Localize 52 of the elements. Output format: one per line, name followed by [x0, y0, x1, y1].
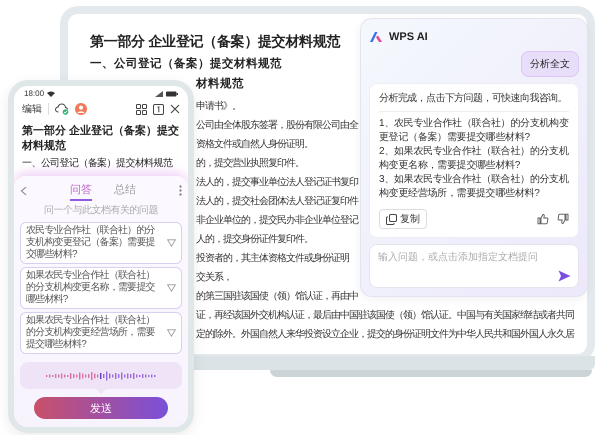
document-text-line: 的第三国驻该国使（领）馆认证，再由中	[196, 290, 358, 304]
document-text-line: 投资者的，其主体资格文件或身份证明	[196, 252, 349, 266]
status-time: 18:00	[24, 89, 44, 98]
tab[interactable]: 问答	[70, 180, 92, 201]
send-button[interactable]: 发送	[34, 397, 168, 419]
copy-icon	[386, 214, 397, 224]
send-icon[interactable]	[558, 270, 571, 282]
thumbs-down-icon[interactable]	[557, 213, 569, 225]
document-text-line: 法人的，提交社会团体法人登记证复印件	[196, 194, 358, 209]
document-text-line: 公司由全体股东签署，股份有限公司由全	[196, 118, 358, 133]
grid-icon[interactable]	[136, 104, 147, 114]
thumbs-up-icon[interactable]	[537, 213, 549, 225]
document-text-line: 非企业单位的，提交民办非企业单位登记	[196, 214, 358, 228]
document-title: 第一部分 企业登记（备案）提交材料规范	[90, 32, 340, 50]
suggested-question[interactable]: 如果农民专业合作社（联合社）的分支机构变更经营场所，需要提交哪些材料?	[20, 312, 182, 354]
back-icon[interactable]	[20, 186, 27, 196]
document-text-line: 申请书》。	[196, 100, 241, 114]
suggested-question[interactable]: 如果农民专业合作社（联合社）的分支机构变更名称，需要提交哪些材料?	[20, 267, 182, 309]
document-text-line: 的，提交营业执照复印件。	[196, 156, 304, 171]
document-text-line: 人的，提交身份证件复印件。	[196, 232, 313, 247]
triangle-icon	[167, 284, 176, 292]
triangle-icon	[167, 329, 176, 337]
signal-icon	[155, 90, 163, 96]
suggested-question[interactable]: 2、如果农民专业合作社（联合社）的分支机构变更名称，需要提交哪些材料?	[379, 145, 569, 173]
copy-button[interactable]: 复制	[379, 209, 427, 229]
battery-icon	[166, 90, 178, 96]
document-text-line: 法人的，提交事业单位法人登记证书复印	[196, 176, 358, 190]
suggested-question[interactable]: 1、农民专业合作社（联合社）的分支机构变更登记（备案）需要提交哪些材料?	[379, 117, 569, 145]
document-text-line: 资格文件或自然人身份证明。	[196, 138, 313, 152]
edit-button[interactable]: 编辑	[22, 102, 42, 116]
question-input-field[interactable]: 输入问题，或点击添加指定文档提问	[369, 244, 579, 288]
logo-icon	[369, 31, 383, 43]
document-text-line: 定的除外。外国自然人来华投资设立企业，提交的身份证明文件为中华人民共和国外国人永久居	[196, 328, 574, 342]
document-subheading: 材料规范	[196, 76, 244, 92]
cloud-check-icon[interactable]	[55, 103, 69, 115]
document-text-line: 证，再经该国外交机构认证，最后由中国驻该国使（领）馆认证。中国与有关国家缔结或者共同	[196, 308, 574, 323]
panel-title: WPS AI	[389, 31, 428, 43]
triangle-icon	[167, 239, 176, 247]
user-message: 分析全文	[521, 51, 579, 77]
answer-intro: 分析完成，点击下方问题，可快速向我咨询。	[379, 92, 568, 106]
document-text-line: 交关系，	[196, 270, 232, 285]
suggested-question[interactable]: 农民专业合作社（联合社）的分支机构变更登记（备案）需要提交哪些材料?	[20, 222, 182, 264]
wifi-icon	[47, 90, 56, 96]
page-count-icon[interactable]	[153, 104, 164, 114]
document-title: 第一部分 企业登记（备案）提交材料规范	[22, 124, 180, 154]
close-icon[interactable]	[170, 104, 180, 114]
hint-text: 问一个与此文档有关的问题	[43, 204, 159, 217]
more-icon[interactable]	[179, 185, 182, 196]
suggested-question[interactable]: 3、如果农民专业合作社（联合社）的分支机构变更经营场所，需要提交哪些材料?	[379, 173, 569, 201]
document-heading: 一、公司登记（备案）提交材料规范	[90, 56, 282, 72]
avatar-icon[interactable]	[75, 103, 87, 115]
document-heading: 一、公司登记（备案）提交材料规范	[22, 157, 174, 170]
